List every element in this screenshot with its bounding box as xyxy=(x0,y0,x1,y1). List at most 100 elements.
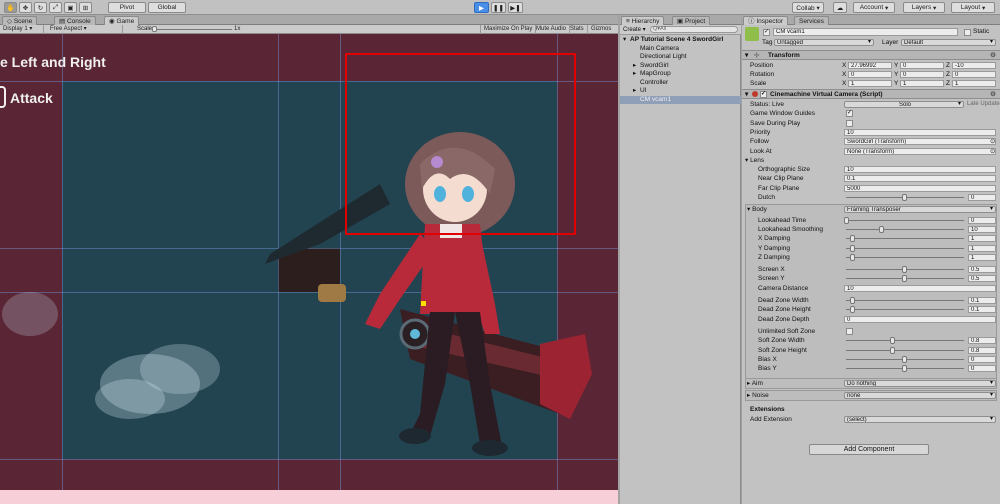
dead-zone-depth-field[interactable]: 0 xyxy=(844,315,996,323)
pivot-toggle[interactable]: Pivot xyxy=(108,2,146,13)
tab-scene[interactable]: ◇ Scene xyxy=(2,16,38,25)
save-during-play-checkbox[interactable] xyxy=(846,119,853,127)
layout-dropdown[interactable]: Layout ▾ xyxy=(951,2,995,13)
screen-y-slider-knob[interactable] xyxy=(902,275,907,283)
foldout-arrow-icon[interactable]: ▸ xyxy=(633,62,636,70)
hand-tool-icon[interactable]: ✋ xyxy=(4,2,17,13)
dead-zone-width-field[interactable]: 0.1 xyxy=(968,297,996,304)
pause-button[interactable]: ❚❚ xyxy=(491,2,506,13)
transform-rotation-y-field[interactable]: 0 xyxy=(900,71,944,78)
soft-zone-height-field[interactable]: 0.8 xyxy=(968,346,996,354)
bias-x-slider-knob[interactable] xyxy=(902,355,907,363)
screen-y-field[interactable]: 0.5 xyxy=(968,275,996,283)
x-damping-field[interactable]: 1 xyxy=(968,235,996,243)
orthographic-size-field[interactable]: 10 xyxy=(844,166,996,174)
collab-button[interactable]: Collab ▾ xyxy=(792,2,824,13)
bias-y-slider-knob[interactable] xyxy=(902,365,907,373)
body-dropdown[interactable]: Framing Transposer xyxy=(844,206,996,214)
layer-dropdown[interactable]: Default xyxy=(901,39,996,46)
vcam-enabled-checkbox[interactable]: ✓ xyxy=(760,91,767,98)
bias-y-field[interactable]: 0 xyxy=(968,365,996,373)
hierarchy-item[interactable]: ▸ SwordGirl xyxy=(620,62,741,70)
rect-tool-icon[interactable]: ▣ xyxy=(64,2,77,13)
hierarchy-item[interactable]: Controller xyxy=(620,79,741,87)
transform-position-z-field[interactable]: -10 xyxy=(952,62,996,69)
scale-tool-icon[interactable]: ⤢ xyxy=(49,2,62,13)
object-picker-icon[interactable]: ⊙ xyxy=(990,137,995,146)
dead-zone-height-slider-knob[interactable] xyxy=(849,306,855,314)
object-name-field[interactable]: CM vcam1 xyxy=(773,28,958,36)
lookahead-time-slider-knob[interactable] xyxy=(844,216,849,224)
transform-position-y-field[interactable]: 0 xyxy=(900,62,944,69)
move-tool-icon[interactable]: ✥ xyxy=(19,2,32,13)
transform-scale-z-field[interactable]: 1 xyxy=(952,80,996,87)
mute-audio-toggle[interactable]: Mute Audio xyxy=(533,25,571,34)
aim-dropdown[interactable]: Do nothing xyxy=(844,380,996,388)
play-button[interactable]: ▶ xyxy=(474,2,489,13)
dead-zone-height-field[interactable]: 0.1 xyxy=(968,306,996,314)
display-dropdown[interactable]: Display 1 ▾ xyxy=(0,25,44,34)
unlimited-soft-zone-checkbox[interactable] xyxy=(846,327,853,335)
tab-project[interactable]: ▣ Project xyxy=(672,16,711,25)
aspect-dropdown[interactable]: Free Aspect ▾ xyxy=(47,25,123,34)
hierarchy-item[interactable]: ▸ UI xyxy=(620,87,741,95)
hierarchy-item[interactable]: ▾ AP Tutorial Scene 4 SwordGirl xyxy=(620,36,741,44)
tab-game[interactable]: ◉ Game xyxy=(104,16,140,25)
foldout-arrow-icon[interactable]: ▸ xyxy=(633,70,636,78)
active-checkbox[interactable]: ✓ xyxy=(763,29,770,36)
y-damping-field[interactable]: 1 xyxy=(968,244,996,252)
gizmos-dropdown[interactable]: Gizmos ▾ xyxy=(588,25,618,41)
scale-control[interactable]: Scale 1x xyxy=(134,25,244,34)
hierarchy-item[interactable]: Main Camera xyxy=(620,45,741,53)
cloud-icon[interactable]: ☁ xyxy=(833,2,847,13)
hierarchy-item[interactable]: CM vcam1 xyxy=(620,95,741,104)
soft-zone-height-slider-knob[interactable] xyxy=(890,346,896,354)
transform-scale-x-field[interactable]: 1 xyxy=(848,80,892,87)
tab-inspector[interactable]: ⓘ Inspector xyxy=(743,16,789,25)
follow-field[interactable]: SwordGirl (Transform) xyxy=(844,138,996,146)
tab-console[interactable]: ▤ Console xyxy=(54,16,96,25)
account-dropdown[interactable]: Account ▾ xyxy=(853,2,895,13)
transform-header[interactable]: ▾ ⊹ Transform ⚙ xyxy=(742,50,1000,60)
bias-x-field[interactable]: 0 xyxy=(968,355,996,363)
scale-slider-knob[interactable] xyxy=(152,26,157,32)
x-damping-slider-knob[interactable] xyxy=(849,235,855,243)
near-clip-plane-field[interactable]: 0.1 xyxy=(844,175,996,183)
lookahead-smoothing-slider-knob[interactable] xyxy=(878,225,884,233)
screen-x-slider-knob[interactable] xyxy=(902,266,907,274)
camera-distance-field[interactable]: 10 xyxy=(844,284,996,292)
create-dropdown[interactable]: Create ▾ xyxy=(623,26,646,33)
dutch-field[interactable]: 0 xyxy=(968,194,996,201)
dead-zone-width-slider-knob[interactable] xyxy=(849,297,855,304)
transform-rotation-x-field[interactable]: 0 xyxy=(848,71,892,78)
solo-button[interactable]: Solo xyxy=(844,101,964,108)
hierarchy-item[interactable]: ▸ MapGroup xyxy=(620,70,741,78)
transform-tool-icon[interactable]: ⊞ xyxy=(79,2,92,13)
static-checkbox[interactable] xyxy=(964,29,971,36)
maximize-on-play-toggle[interactable]: Maximize On Play xyxy=(480,25,537,34)
soft-zone-width-slider-knob[interactable] xyxy=(890,337,896,345)
tag-dropdown[interactable]: Untagged xyxy=(774,39,874,46)
foldout-arrow-icon[interactable]: ▸ xyxy=(633,87,636,95)
step-button[interactable]: ▶❚ xyxy=(508,2,523,13)
lookahead-time-field[interactable]: 0 xyxy=(968,216,996,224)
foldout-arrow-icon[interactable]: ▾ xyxy=(623,36,626,44)
far-clip-plane-field[interactable]: 5000 xyxy=(844,184,996,192)
tab-services[interactable]: Services xyxy=(794,16,829,25)
hierarchy-item[interactable]: Directional Light xyxy=(620,53,741,61)
game-view[interactable]: e Left and Right Attack xyxy=(0,34,618,504)
layers-dropdown[interactable]: Layers ▾ xyxy=(903,2,945,13)
priority-field[interactable]: 10 xyxy=(844,128,996,136)
stats-toggle[interactable]: Stats xyxy=(567,25,588,34)
z-damping-field[interactable]: 1 xyxy=(968,253,996,261)
transform-scale-y-field[interactable]: 1 xyxy=(900,80,944,87)
settings-gear-icon[interactable]: ⚙ xyxy=(990,90,996,99)
tab-hierarchy[interactable]: ≡ Hierarchy xyxy=(621,16,665,25)
z-damping-slider-knob[interactable] xyxy=(849,253,855,261)
object-picker-icon[interactable]: ⊙ xyxy=(990,147,995,156)
dutch-slider-knob[interactable] xyxy=(902,194,907,201)
settings-gear-icon[interactable]: ⚙ xyxy=(990,51,996,60)
y-damping-slider-knob[interactable] xyxy=(849,244,855,252)
look-at-field[interactable]: None (Transform) xyxy=(844,147,996,155)
game-window-guides-checkbox[interactable]: ✓ xyxy=(846,110,853,118)
